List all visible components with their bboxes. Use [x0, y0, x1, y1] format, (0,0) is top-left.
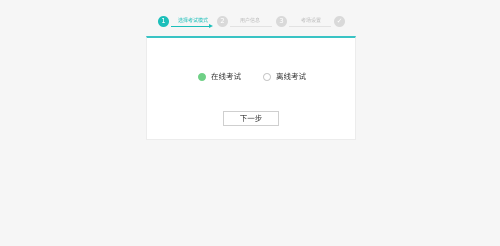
step-complete-check-icon: ✓ [334, 16, 345, 27]
next-step-button[interactable]: 下一步 [223, 111, 279, 126]
radio-checked-icon [198, 73, 206, 81]
exam-mode-card: 在线考试 离线考试 下一步 [146, 36, 356, 140]
step-1-label: 选择考试模式 [178, 18, 209, 24]
step-1-arrow-icon [209, 24, 213, 28]
radio-unchecked-icon [263, 73, 271, 81]
step-2-label: 用户信息 [240, 18, 261, 24]
exam-mode-options: 在线考试 离线考试 [147, 70, 355, 84]
step-3-label: 考场设置 [301, 18, 322, 24]
step-3-circle: 3 [276, 16, 287, 27]
step-1-connector [171, 26, 209, 27]
step-3-connector [289, 26, 331, 27]
radio-offline-exam[interactable]: 离线考试 [263, 70, 306, 84]
wizard-stepper: 1 选择考试模式 2 用户信息 3 考场设置 ✓ [156, 15, 346, 29]
radio-online-exam[interactable]: 在线考试 [198, 70, 241, 84]
radio-offline-label: 离线考试 [276, 72, 306, 81]
step-1-circle: 1 [158, 16, 169, 27]
radio-online-label: 在线考试 [211, 72, 241, 81]
step-2-connector [230, 26, 272, 27]
step-2-circle: 2 [217, 16, 228, 27]
